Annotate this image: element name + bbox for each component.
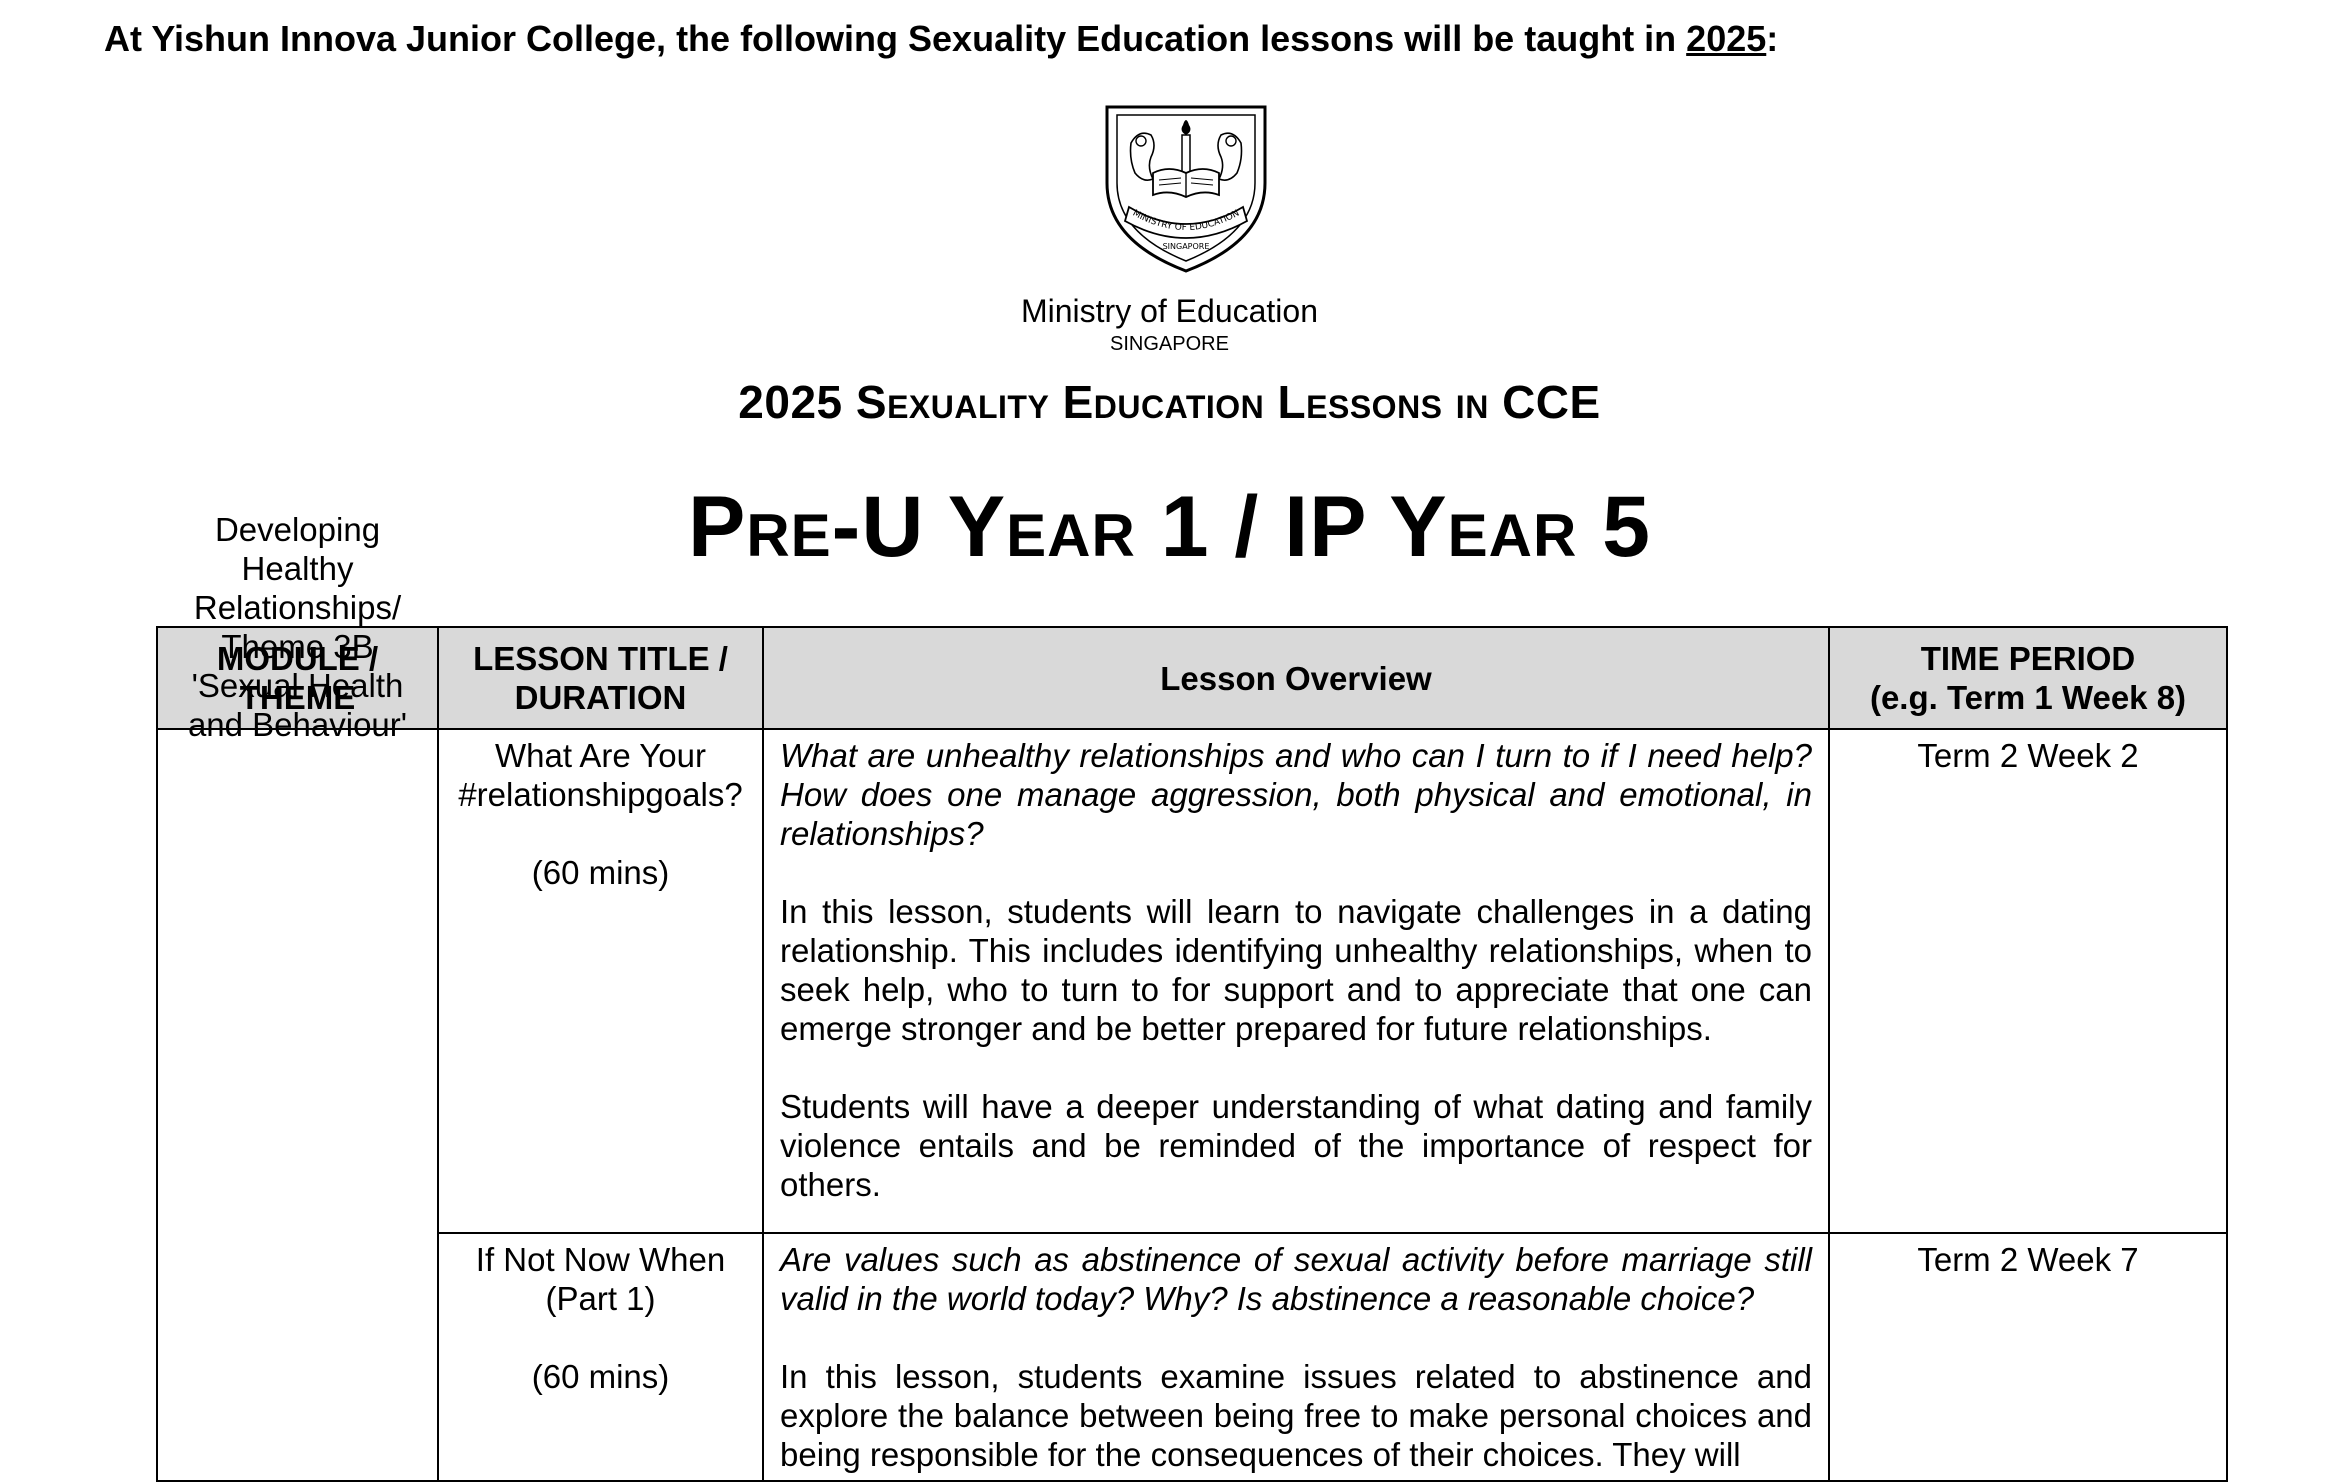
intro-year: 2025	[1686, 18, 1767, 59]
lesson-title: If Not Now When (Part 1)	[475, 1241, 726, 1317]
intro-suffix: :	[1766, 18, 1779, 59]
lesson-overview-cell: What are unhealthy relationships and who…	[762, 728, 1830, 1234]
header-time: TIME PERIOD (e.g. Term 1 Week 8)	[1828, 626, 2228, 730]
header-time-line2: (e.g. Term 1 Week 8)	[1869, 679, 2187, 716]
moe-crest-logo: MINISTRY OF EDUCATION SINGAPORE	[1105, 105, 1267, 273]
lessons-table: MODULE / THEME LESSON TITLE / DURATION L…	[156, 511, 2228, 1482]
lesson-title-cell: What Are Your #relationshipgoals? (60 mi…	[437, 728, 764, 1234]
overview-paragraph: Students will have a deeper understandin…	[780, 1088, 1812, 1203]
overview-question: What are unhealthy relationships and who…	[780, 737, 1812, 852]
overview-paragraph: In this lesson, students examine issues …	[780, 1358, 1812, 1473]
overview-paragraph: In this lesson, students will learn to n…	[780, 893, 1812, 1047]
lesson-duration: (60 mins)	[531, 1358, 670, 1395]
lesson-title: What Are Your #relationshipgoals?	[458, 737, 743, 813]
ministry-country: SINGAPORE	[1110, 333, 1229, 355]
header-time-line1: TIME PERIOD	[1920, 640, 2136, 677]
header-lesson: LESSON TITLE / DURATION	[437, 626, 764, 730]
module-theme-cell: Developing Healthy Relationships/ Theme …	[156, 511, 439, 1482]
ministry-name: Ministry of Education	[1020, 293, 1318, 329]
lesson-overview-cell: Are values such as abstinence of sexual …	[762, 1232, 1830, 1482]
overview-question: Are values such as abstinence of sexual …	[780, 1241, 1812, 1317]
table-row: If Not Now When (Part 1) (60 mins) Are v…	[157, 1232, 2228, 1482]
intro-text: At Yishun Innova Junior College, the fol…	[104, 18, 1778, 60]
header-overview: Lesson Overview	[762, 626, 1830, 730]
time-period-cell: Term 2 Week 7	[1828, 1232, 2228, 1482]
time-period-cell: Term 2 Week 2	[1828, 728, 2228, 1234]
module-theme-text: Developing Healthy Relationships/ Theme …	[187, 511, 408, 743]
table-header-row: MODULE / THEME LESSON TITLE / DURATION L…	[156, 626, 2228, 730]
crest-country-text: SINGAPORE	[1163, 242, 1210, 251]
lesson-duration: (60 mins)	[531, 854, 670, 891]
lesson-title-cell: If Not Now When (Part 1) (60 mins)	[437, 1232, 764, 1482]
document-heading: 2025 Sexuality Education Lessons in CCE	[738, 376, 1601, 428]
intro-prefix: At Yishun Innova Junior College, the fol…	[104, 18, 1687, 59]
table-row: Developing Healthy Relationships/ Theme …	[156, 511, 2228, 1482]
